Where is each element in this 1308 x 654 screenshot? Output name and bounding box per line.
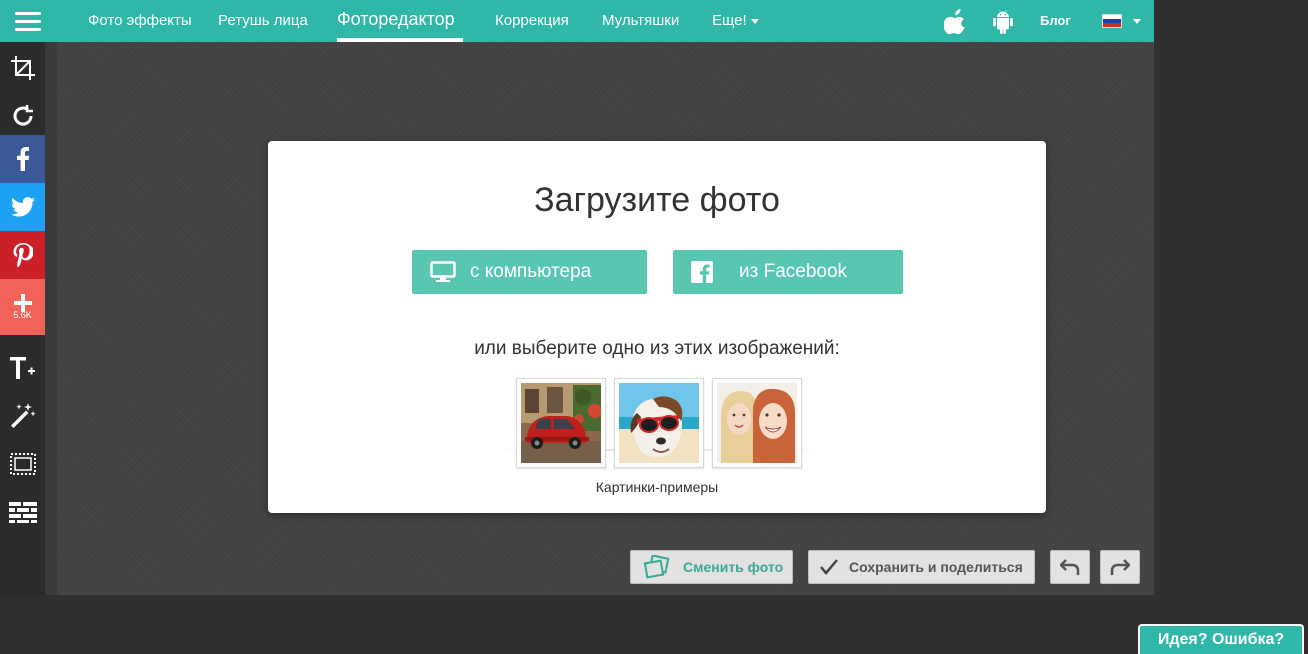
nav-face-retouch[interactable]: Ретушь лица xyxy=(218,0,308,42)
android-icon[interactable] xyxy=(991,9,1015,40)
pinterest-share-button[interactable] xyxy=(0,231,45,279)
choose-example-text: или выберите одно из этих изображений: xyxy=(474,338,840,359)
facebook-square-icon xyxy=(691,261,713,283)
nav-photo-effects[interactable]: Фото эффекты xyxy=(88,0,192,42)
red-car-photo xyxy=(521,383,601,463)
upload-dialog: Загрузите фото с компьютера из Facebook … xyxy=(268,141,1046,513)
nav-more[interactable]: Еще! xyxy=(712,0,759,42)
share-count: 5.6K xyxy=(13,310,32,320)
monitor-icon xyxy=(430,261,456,282)
facebook-share-button[interactable] xyxy=(0,135,45,183)
apple-icon[interactable] xyxy=(943,8,968,39)
nav-correction[interactable]: Коррекция xyxy=(495,0,569,42)
dialog-title: Загрузите фото xyxy=(534,181,780,219)
example-photo-red-car[interactable] xyxy=(516,378,606,468)
twitter-share-button[interactable] xyxy=(0,183,45,231)
upload-from-facebook-button[interactable]: из Facebook xyxy=(673,250,903,294)
upload-from-computer-button[interactable]: с компьютера xyxy=(412,250,647,294)
example-photo-dog[interactable] xyxy=(614,378,704,468)
pinterest-icon xyxy=(13,243,33,267)
two-girls-photo xyxy=(717,383,797,463)
language-chevron-down-icon[interactable] xyxy=(1133,19,1141,24)
crop-icon[interactable] xyxy=(0,44,45,92)
blog-link[interactable]: Блог xyxy=(1040,0,1071,42)
change-photo-button[interactable]: Сменить фото xyxy=(630,550,793,584)
top-navigation-bar: Фото эффекты Ретушь лица Фоторедактор Ко… xyxy=(0,0,1154,42)
add-text-icon[interactable] xyxy=(0,344,45,392)
save-and-share-label: Сохранить и поделиться xyxy=(849,559,1023,575)
texture-icon[interactable] xyxy=(0,488,45,536)
russian-flag-icon[interactable] xyxy=(1102,14,1122,28)
undo-icon xyxy=(1060,559,1080,575)
facebook-icon xyxy=(16,147,29,171)
example-photo-girls[interactable] xyxy=(712,378,802,468)
undo-button[interactable] xyxy=(1050,550,1090,584)
nav-photo-editor[interactable]: Фоторедактор xyxy=(337,0,455,42)
nav-more-label: Еще! xyxy=(712,12,747,29)
chevron-down-icon xyxy=(750,18,759,24)
rotate-icon[interactable] xyxy=(0,92,45,140)
redo-button[interactable] xyxy=(1100,550,1140,584)
feedback-button[interactable]: Идея? Ошибка? xyxy=(1138,624,1304,654)
dog-sunglasses-photo xyxy=(619,383,699,463)
save-and-share-button[interactable]: Сохранить и поделиться xyxy=(808,550,1035,584)
more-share-button[interactable]: 5.6K xyxy=(0,279,45,335)
photos-icon xyxy=(643,555,670,579)
redo-icon xyxy=(1110,559,1130,575)
upload-from-computer-label: с компьютера xyxy=(470,261,592,282)
upload-from-facebook-label: из Facebook xyxy=(739,261,848,282)
checkmark-icon xyxy=(820,559,838,575)
change-photo-label: Сменить фото xyxy=(683,559,784,575)
nav-cartoons[interactable]: Мультяшки xyxy=(602,0,679,42)
left-toolbar: 5.6K xyxy=(0,42,45,595)
twitter-icon xyxy=(10,197,35,217)
examples-label: Картинки-примеры xyxy=(595,479,719,495)
frame-icon[interactable] xyxy=(0,440,45,488)
magic-wand-icon[interactable] xyxy=(0,392,45,440)
toolbar-separator xyxy=(45,42,57,595)
menu-icon[interactable] xyxy=(0,0,56,42)
